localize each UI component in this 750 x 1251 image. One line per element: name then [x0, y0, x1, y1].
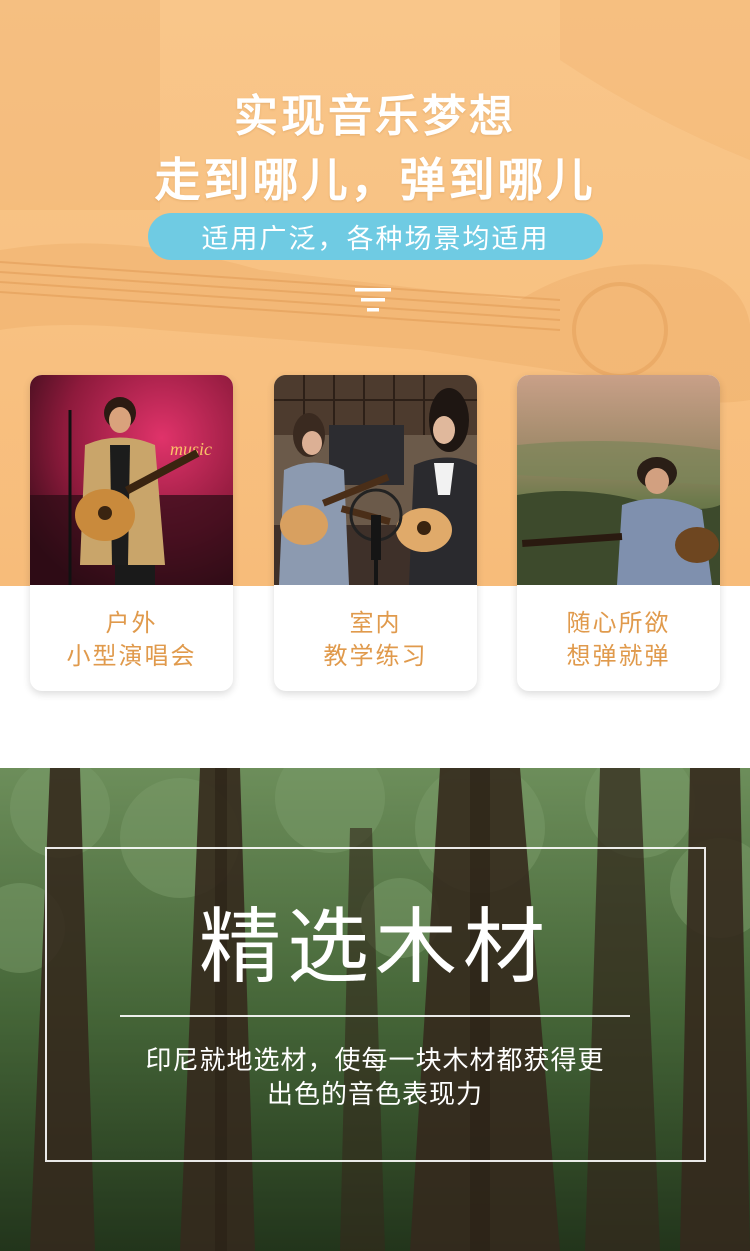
caption-line2: 小型演唱会 — [66, 642, 197, 670]
caption-line1: 随心所欲 — [566, 609, 671, 637]
menu-lines-icon — [355, 288, 391, 312]
scene-card-outdoor[interactable]: music 户外 小型演唱会 — [30, 375, 233, 691]
scene-caption-indoor: 室内 教学练习 — [274, 607, 477, 673]
caption-line1: 室内 — [349, 609, 402, 637]
hero-title-line1: 实现音乐梦想 — [234, 91, 516, 142]
indoor-practice-photo — [274, 375, 477, 585]
wood-divider — [120, 1015, 630, 1017]
wood-description-line1: 印尼就地选材，使每一块木材都获得更 — [145, 1046, 605, 1076]
hero-subtitle-badge: 适用广泛，各种场景均适用 — [148, 213, 603, 260]
wood-description: 印尼就地选材，使每一块木材都获得更 出色的音色表现力 — [110, 1044, 640, 1112]
wood-description-line2: 出色的音色表现力 — [266, 1080, 483, 1110]
outdoor-concert-photo: music — [30, 375, 233, 585]
scene-card-indoor[interactable]: 室内 教学练习 — [274, 375, 477, 691]
hero-title-line2: 走到哪儿，弹到哪儿 — [154, 153, 596, 207]
caption-line2: 教学练习 — [323, 642, 428, 670]
wood-title: 精选木材 — [198, 900, 551, 995]
caption-line1: 户外 — [105, 609, 158, 637]
caption-line2: 想弹就弹 — [566, 642, 671, 670]
hillside-guitar-photo — [517, 375, 720, 585]
scene-card-freestyle[interactable]: 随心所欲 想弹就弹 — [517, 375, 720, 691]
scene-caption-outdoor: 户外 小型演唱会 — [30, 607, 233, 673]
wood-section: 精选木材 印尼就地选材，使每一块木材都获得更 出色的音色表现力 — [0, 768, 750, 1251]
scene-caption-freestyle: 随心所欲 想弹就弹 — [517, 607, 720, 673]
